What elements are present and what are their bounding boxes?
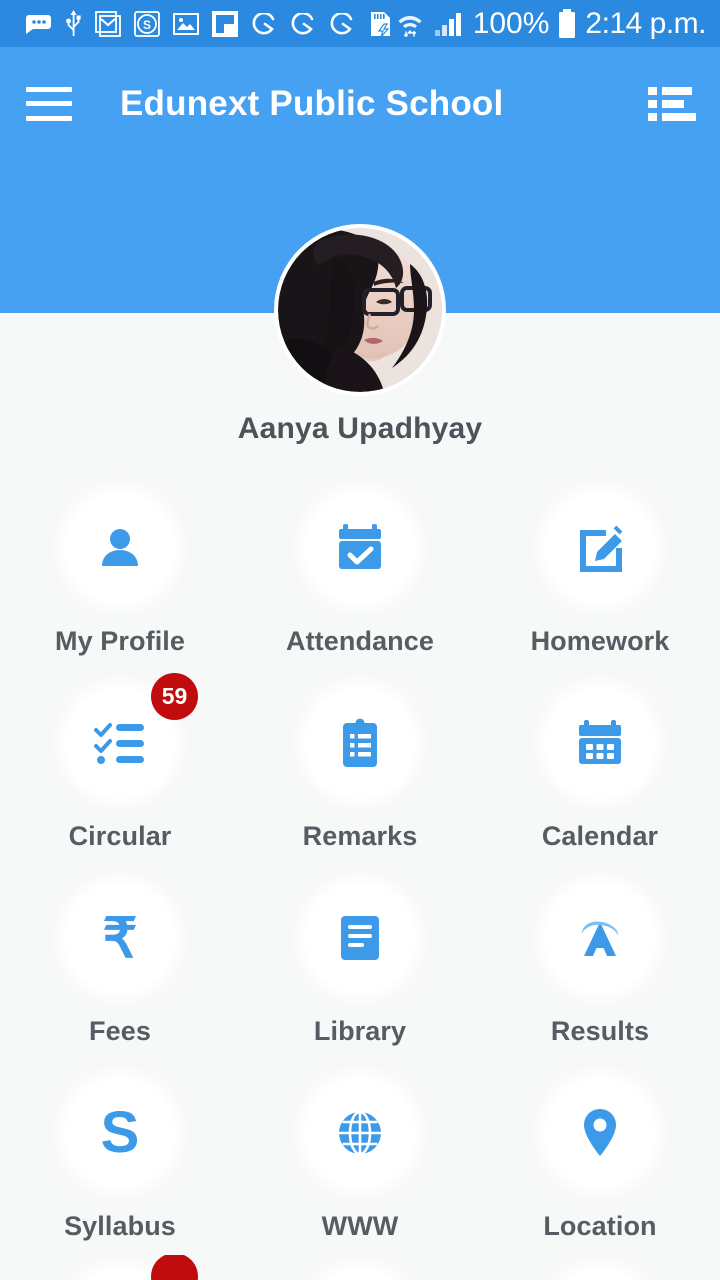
- wifi-icon: [398, 15, 422, 37]
- tile-icon-container: [306, 884, 414, 992]
- tile-icon-container: [546, 494, 654, 602]
- calendar-check-icon: [339, 524, 381, 569]
- tile-label: Homework: [530, 626, 670, 656]
- status-bar-system-icons: 100% 2:14 p.m.: [395, 6, 706, 40]
- tile-icon-container: [546, 884, 654, 992]
- tile-homework[interactable]: Homework: [480, 480, 720, 675]
- tile-icon-container: ₹: [66, 884, 174, 992]
- tile-calendar[interactable]: Calendar: [480, 675, 720, 870]
- person-icon: [102, 529, 138, 566]
- flipboard-icon: [212, 10, 238, 37]
- tile-syllabus[interactable]: S Syllabus: [0, 1065, 240, 1260]
- status-badge: 59: [151, 673, 198, 720]
- tile-results[interactable]: Results: [480, 870, 720, 1065]
- status-bar-notification-icons: S: [24, 9, 395, 38]
- battery-percent-label: 100%: [472, 6, 550, 40]
- status-bar: S 100% 2:14 p.m.: [0, 0, 720, 47]
- svg-text:S: S: [143, 18, 151, 32]
- tile-icon-container: [66, 1255, 198, 1280]
- partial-tile[interactable]: [0, 1255, 240, 1280]
- tile-label: WWW: [321, 1211, 399, 1241]
- tile-icon-container: [66, 494, 174, 602]
- tile-label: Location: [543, 1211, 657, 1241]
- clock-label: 2:14 p.m.: [585, 6, 706, 40]
- avatar-photo: [278, 228, 442, 392]
- tile-fees[interactable]: ₹ Fees: [0, 870, 240, 1065]
- battery-icon: [559, 8, 576, 38]
- letter-s-icon: S: [100, 1100, 140, 1165]
- tile-remarks[interactable]: Remarks: [240, 675, 480, 870]
- calendar-grid-icon: [579, 720, 621, 764]
- tile-icon-container: [546, 1269, 654, 1280]
- tile-icon-container: [306, 689, 414, 797]
- app-bar: Edunext Public School: [0, 47, 720, 160]
- tile-icon-container: [306, 494, 414, 602]
- rupee-icon: ₹: [102, 906, 138, 969]
- tile-label: Calendar: [541, 821, 659, 851]
- student-name: Aanya Upadhyay: [237, 412, 483, 445]
- tile-location[interactable]: Location: [480, 1065, 720, 1260]
- tile-label: Library: [313, 1016, 407, 1046]
- globe-icon: [339, 1110, 381, 1156]
- page-title: Edunext Public School: [120, 83, 504, 123]
- status-badge: [151, 1255, 198, 1280]
- grammarly-icon: [330, 12, 353, 34]
- tile-label: Results: [550, 1016, 650, 1046]
- photo-icon: [173, 12, 199, 35]
- sd-card-icon: [371, 11, 390, 37]
- map-pin-icon: [584, 1109, 616, 1156]
- tile-circular[interactable]: 59 Circular: [0, 673, 240, 870]
- tile-icon-container: [306, 1269, 414, 1280]
- tile-icon-container: [546, 1079, 654, 1187]
- feature-grid: My Profile Attendance Homework 59 Circul…: [0, 480, 720, 1260]
- hamburger-menu-icon[interactable]: [26, 86, 72, 121]
- partial-tile[interactable]: [240, 1255, 480, 1280]
- usb-icon: [66, 9, 81, 36]
- tile-icon-container: 59: [66, 673, 198, 797]
- tile-icon-container: [306, 1079, 414, 1187]
- tile-icon-container: [546, 689, 654, 797]
- grammarly-icon: [291, 12, 314, 34]
- tile-label: Circular: [68, 821, 172, 851]
- grammarly-icon: [252, 12, 275, 34]
- avatar[interactable]: [274, 224, 446, 396]
- tile-icon-container: S: [66, 1079, 174, 1187]
- list-view-icon[interactable]: [648, 84, 696, 124]
- tile-label: Syllabus: [64, 1211, 176, 1241]
- skype-icon: S: [134, 10, 160, 37]
- results-logo-icon: [582, 921, 619, 956]
- partial-tile[interactable]: [480, 1255, 720, 1280]
- tile-attendance[interactable]: Attendance: [240, 480, 480, 675]
- chat-bubble-icon: [26, 14, 51, 34]
- gmail-icon: [95, 10, 121, 37]
- tile-label: Attendance: [285, 626, 435, 656]
- tile-www[interactable]: WWW: [240, 1065, 480, 1260]
- tile-label: Fees: [89, 1016, 151, 1046]
- book-icon: [341, 916, 379, 960]
- tile-library[interactable]: Library: [240, 870, 480, 1065]
- tile-label: Remarks: [302, 821, 418, 851]
- checklist-icon: [94, 723, 144, 764]
- tile-my-profile[interactable]: My Profile: [0, 480, 240, 675]
- tile-label: My Profile: [54, 626, 186, 656]
- cell-signal-icon: [434, 12, 461, 36]
- edit-square-icon: [580, 525, 623, 572]
- partial-next-row: [0, 1255, 720, 1280]
- clipboard-icon: [343, 718, 377, 767]
- app-screen: S 100% 2:14 p.m. Edunext Public School A…: [0, 0, 720, 1280]
